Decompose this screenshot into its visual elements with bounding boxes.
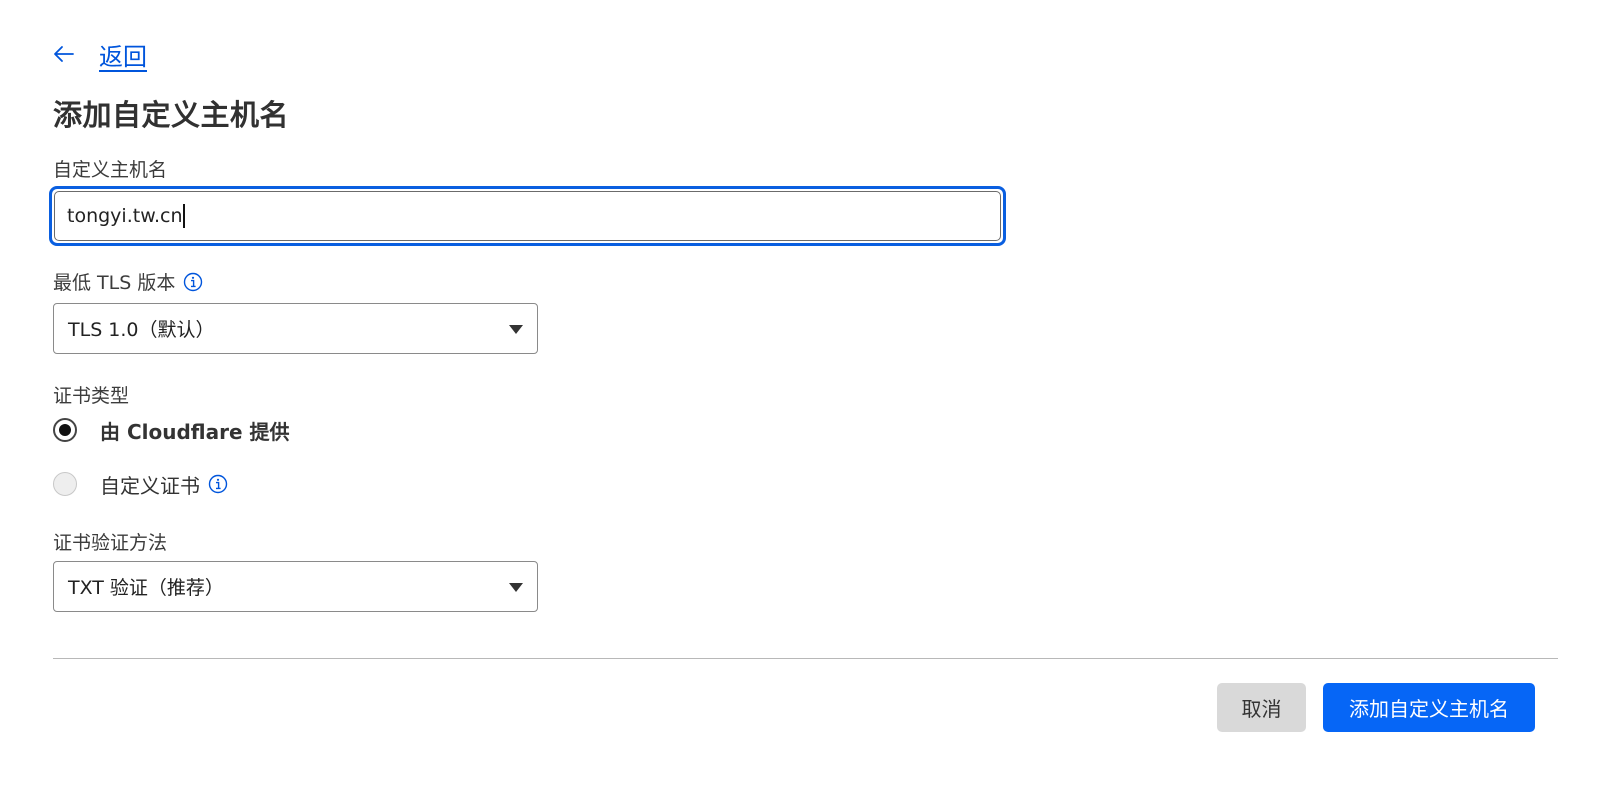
- radio-button-checked[interactable]: [53, 418, 77, 442]
- hostname-label-text: 自定义主机名: [53, 159, 168, 181]
- validation-method-value: TXT 验证（推荐）: [68, 577, 224, 599]
- divider: [53, 658, 1558, 659]
- arrow-left-icon[interactable]: [53, 42, 77, 66]
- info-icon[interactable]: [208, 474, 228, 494]
- cancel-button[interactable]: 取消: [1217, 683, 1306, 732]
- chevron-down-icon: [509, 583, 523, 592]
- radio-button-unchecked[interactable]: [53, 472, 77, 496]
- certificate-type-label-text: 证书类型: [53, 385, 130, 407]
- radio-option-cloudflare[interactable]: 由 Cloudflare 提供: [53, 417, 290, 444]
- text-caret: [183, 204, 185, 228]
- certificate-type-label: 证书类型: [53, 381, 129, 408]
- add-custom-hostname-button[interactable]: 添加自定义主机名: [1323, 683, 1535, 732]
- info-icon[interactable]: [183, 272, 203, 292]
- hostname-label: 自定义主机名: [53, 155, 167, 182]
- validation-method-label: 证书验证方法: [53, 528, 167, 555]
- tls-label-text: 最低 TLS 版本: [53, 272, 176, 294]
- hostname-input-focus-ring: [49, 186, 1006, 246]
- add-custom-hostname-page: 返回 添加自定义主机名 自定义主机名 最低 TLS 版本 TLS 1.0（默认）…: [0, 0, 1600, 810]
- tls-version-select[interactable]: TLS 1.0（默认）: [53, 303, 538, 354]
- radio-label-custom-certificate: 自定义证书: [100, 473, 200, 498]
- radio-option-custom-certificate[interactable]: 自定义证书: [53, 471, 228, 498]
- chevron-down-icon: [509, 325, 523, 334]
- validation-method-select[interactable]: TXT 验证（推荐）: [53, 561, 538, 612]
- page-title: 添加自定义主机名: [53, 98, 290, 132]
- tls-version-value: TLS 1.0（默认）: [68, 319, 215, 341]
- tls-label: 最低 TLS 版本: [53, 268, 203, 295]
- hostname-input[interactable]: [54, 191, 1001, 241]
- back-link[interactable]: 返回: [99, 37, 147, 72]
- back-row[interactable]: 返回: [53, 36, 147, 72]
- radio-label-cloudflare: 由 Cloudflare 提供: [100, 419, 290, 444]
- validation-method-label-text: 证书验证方法: [53, 532, 168, 554]
